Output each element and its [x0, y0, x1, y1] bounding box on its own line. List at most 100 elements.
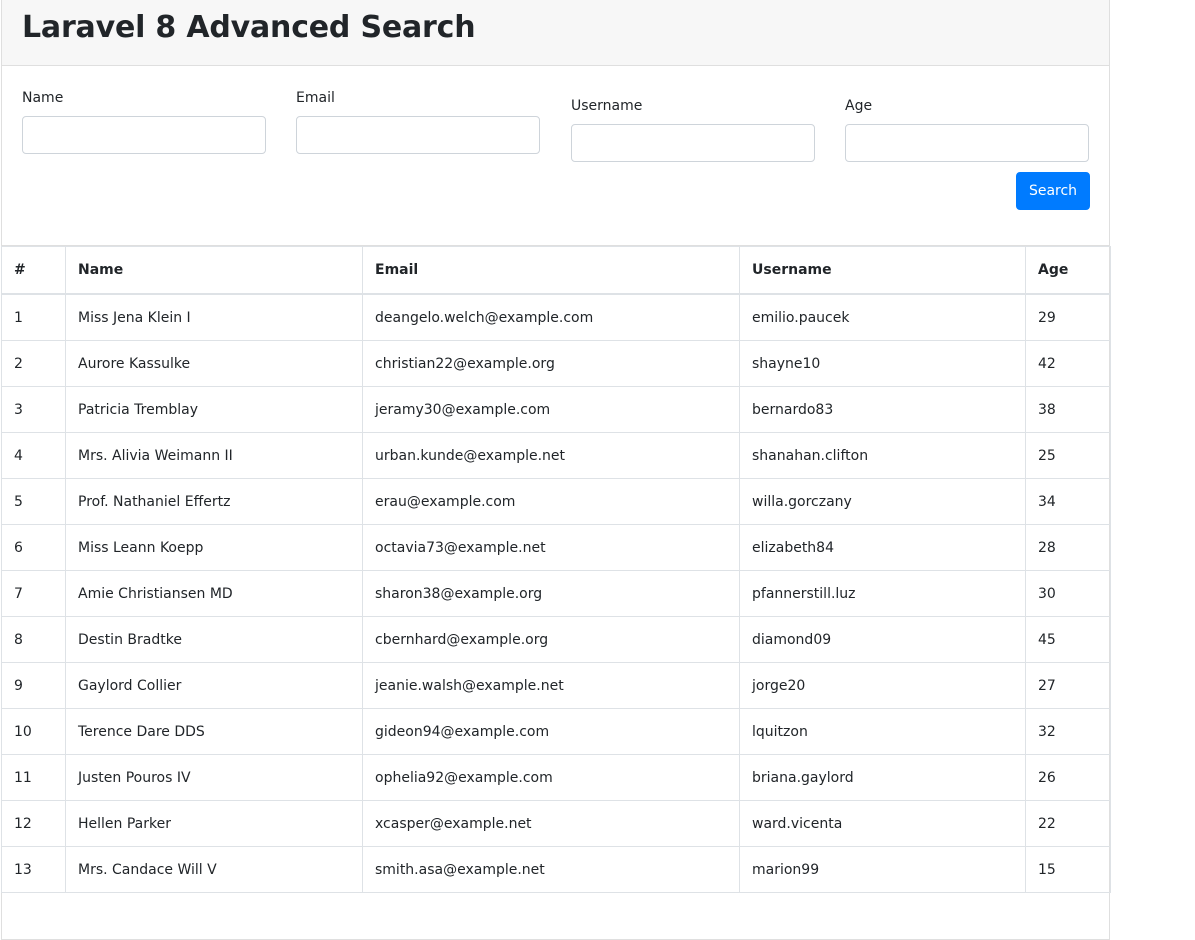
row-name-cell: Miss Leann Koepp	[65, 524, 363, 571]
row-username-cell: pfannerstill.luz	[739, 570, 1026, 617]
row-number-cell: 2	[1, 340, 66, 387]
row-username-cell: willa.gorczany	[739, 478, 1026, 525]
row-name-cell: Justen Pouros IV	[65, 754, 363, 801]
table-row: 5 Prof. Nathaniel Effertz erau@example.com…	[1, 478, 1111, 525]
username-field-group: Username	[571, 98, 815, 162]
column-header-email: Email	[362, 246, 740, 295]
page-title: Laravel 8 Advanced Search	[22, 10, 476, 45]
row-email-cell: smith.asa@example.net	[362, 846, 740, 893]
row-email-cell: jeanie.walsh@example.net	[362, 662, 740, 709]
row-age-cell: 34	[1025, 478, 1111, 525]
column-header-username: Username	[739, 246, 1026, 295]
row-number-cell: 1	[1, 293, 66, 341]
row-name-cell: Hellen Parker	[65, 800, 363, 847]
row-email-cell: gideon94@example.com	[362, 708, 740, 755]
row-email-cell: urban.kunde@example.net	[362, 432, 740, 479]
row-number-cell: 6	[1, 524, 66, 571]
username-input[interactable]	[571, 124, 815, 162]
row-age-cell: 27	[1025, 662, 1111, 709]
row-username-cell: jorge20	[739, 662, 1026, 709]
row-age-cell: 29	[1025, 293, 1111, 341]
row-number-cell: 7	[1, 570, 66, 617]
table-row: 2 Aurore Kassulke christian22@example.org s…	[1, 340, 1111, 387]
table-row: 8 Destin Bradtke cbernhard@example.org diam…	[1, 616, 1111, 663]
row-name-cell: Gaylord Collier	[65, 662, 363, 709]
email-field-group: Email	[296, 90, 540, 154]
row-username-cell: marion99	[739, 846, 1026, 893]
table-row: 3 Patricia Tremblay jeramy30@example.com be…	[1, 386, 1111, 433]
row-email-cell: sharon38@example.org	[362, 570, 740, 617]
table-header-row: # Name Email Username Age	[1, 246, 1111, 295]
row-email-cell: deangelo.welch@example.com	[362, 293, 740, 341]
row-number-cell: 4	[1, 432, 66, 479]
row-name-cell: Prof. Nathaniel Effertz	[65, 478, 363, 525]
row-name-cell: Destin Bradtke	[65, 616, 363, 663]
age-label: Age	[845, 98, 873, 114]
row-age-cell: 38	[1025, 386, 1111, 433]
column-header-number: #	[1, 246, 66, 295]
row-number-cell: 9	[1, 662, 66, 709]
row-username-cell: shanahan.clifton	[739, 432, 1026, 479]
row-name-cell: Miss Jena Klein I	[65, 293, 363, 341]
row-name-cell: Mrs. Alivia Weimann II	[65, 432, 363, 479]
card-header: Laravel 8 Advanced Search	[2, 0, 1109, 66]
column-header-age: Age	[1025, 246, 1111, 295]
row-number-cell: 8	[1, 616, 66, 663]
row-age-cell: 22	[1025, 800, 1111, 847]
name-label: Name	[22, 90, 64, 106]
email-label: Email	[296, 90, 335, 106]
row-age-cell: 15	[1025, 846, 1111, 893]
table-row: 1 Miss Jena Klein Ideangelo.welch@example…	[1, 293, 1111, 341]
row-age-cell: 32	[1025, 708, 1111, 755]
table-row: 6 Miss Leann Koepp octavia73@example.net el…	[1, 524, 1111, 571]
row-age-cell: 26	[1025, 754, 1111, 801]
row-number-cell: 5	[1, 478, 66, 525]
row-name-cell: Amie Christiansen MD	[65, 570, 363, 617]
row-number-cell: 10	[1, 708, 66, 755]
row-username-cell: shayne10	[739, 340, 1026, 387]
row-email-cell: xcasper@example.net	[362, 800, 740, 847]
table-row: 9 Gaylord Collier jeanie.walsh@example.net…	[1, 662, 1111, 709]
row-email-cell: octavia73@example.net	[362, 524, 740, 571]
row-number-cell: 3	[1, 386, 66, 433]
row-age-cell: 30	[1025, 570, 1111, 617]
table-row: 4 Mrs. Alivia Weimann II urban.kunde@examp…	[1, 432, 1111, 479]
email-input[interactable]	[296, 116, 540, 154]
row-email-cell: christian22@example.org	[362, 340, 740, 387]
table-row: 10 Terence Dare DDS gideon94@example.com lq…	[1, 708, 1111, 755]
name-input[interactable]	[22, 116, 266, 154]
row-number-cell: 12	[1, 800, 66, 847]
row-username-cell: ward.vicenta	[739, 800, 1026, 847]
table-row: 11 Justen Pouros IV ophelia92@example.com b…	[1, 754, 1111, 801]
row-username-cell: bernardo83	[739, 386, 1026, 433]
row-number-cell: 11	[1, 754, 66, 801]
row-username-cell: lquitzon	[739, 708, 1026, 755]
row-name-cell: Aurore Kassulke	[65, 340, 363, 387]
row-number-cell: 13	[1, 846, 66, 893]
search-card: Laravel 8 Advanced Search Name Email Use…	[1, 0, 1111, 940]
table-row: 12 Hellen Parker xcasper@example.net ward.v…	[1, 800, 1111, 847]
name-field-group: Name	[22, 90, 266, 154]
row-username-cell: briana.gaylord	[739, 754, 1026, 801]
row-age-cell: 25	[1025, 432, 1111, 479]
row-age-cell: 42	[1025, 340, 1111, 387]
search-button[interactable]: Search	[1016, 172, 1090, 210]
table-row: 7 Amie Christiansen MD sharon38@example.or…	[1, 570, 1111, 617]
row-username-cell: emilio.paucek	[739, 293, 1026, 341]
row-username-cell: elizabeth84	[739, 524, 1026, 571]
results-table: # Name Email Username Age 1 Miss Jena Kle…	[1, 246, 1111, 893]
row-email-cell: erau@example.com	[362, 478, 740, 525]
row-name-cell: Terence Dare DDS	[65, 708, 363, 755]
table-row: 13 Mrs. Candace Will Vsmith.asa@example.n…	[1, 846, 1111, 893]
age-field-group: Age	[845, 98, 1089, 162]
row-age-cell: 45	[1025, 616, 1111, 663]
age-input[interactable]	[845, 124, 1089, 162]
row-name-cell: Mrs. Candace Will V	[65, 846, 363, 893]
row-email-cell: jeramy30@example.com	[362, 386, 740, 433]
column-header-name: Name	[65, 246, 363, 295]
row-age-cell: 28	[1025, 524, 1111, 571]
row-name-cell: Patricia Tremblay	[65, 386, 363, 433]
search-form: Name Email Username Age Search	[2, 66, 1109, 246]
row-email-cell: ophelia92@example.com	[362, 754, 740, 801]
username-label: Username	[571, 98, 643, 114]
